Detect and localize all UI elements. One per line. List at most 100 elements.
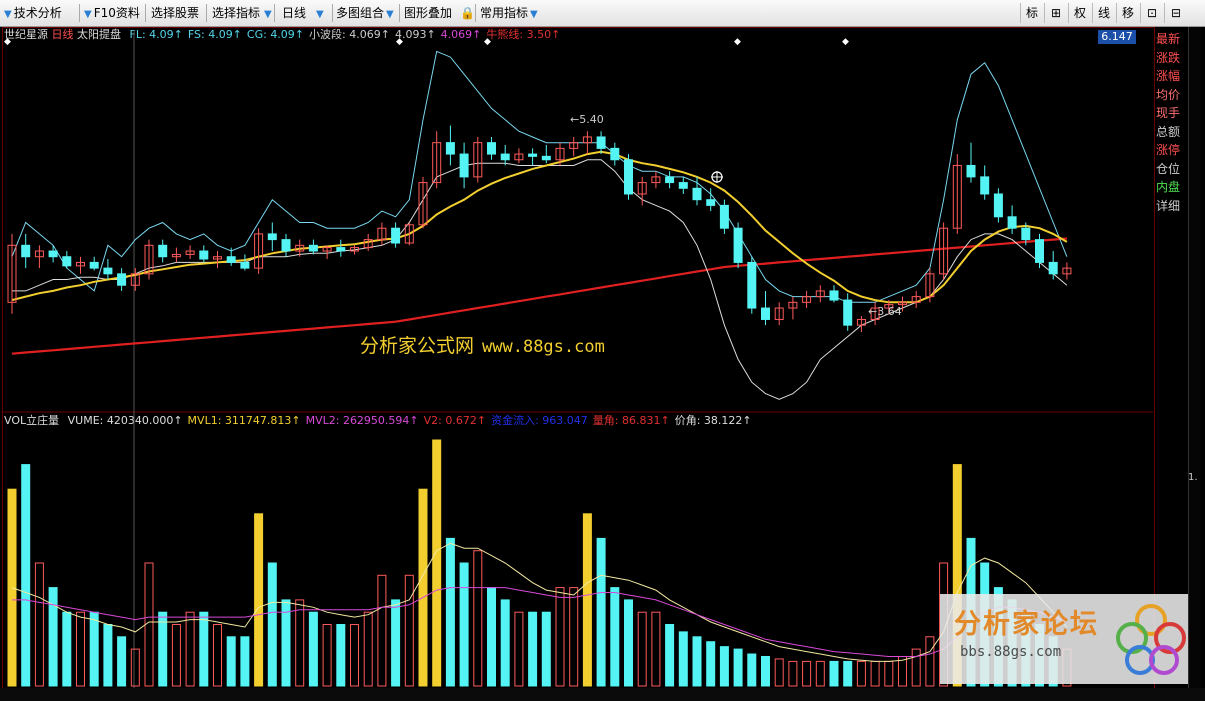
volume-bar bbox=[761, 655, 770, 687]
volume-bar bbox=[884, 660, 894, 687]
candle-body bbox=[665, 176, 675, 184]
flower-icon bbox=[1116, 604, 1186, 675]
candle-body bbox=[199, 250, 209, 260]
volume-bar bbox=[62, 611, 72, 687]
volume-bar bbox=[103, 624, 113, 687]
watermark-url: www.88gs.com bbox=[482, 337, 605, 357]
candle-body bbox=[445, 142, 455, 155]
candle-body bbox=[980, 176, 990, 195]
upper-band-line bbox=[11, 50, 1068, 303]
candle-body bbox=[240, 261, 250, 269]
candle-body bbox=[596, 136, 606, 149]
candle-body bbox=[1021, 227, 1031, 241]
signal-marker: ◆ bbox=[396, 37, 403, 47]
volume-bar bbox=[226, 636, 236, 687]
volume-bar bbox=[199, 611, 209, 687]
volume-bar bbox=[295, 599, 305, 687]
volume-bar bbox=[624, 599, 633, 687]
candle-body bbox=[62, 256, 72, 267]
high-price-label: ←5.40 bbox=[570, 113, 604, 126]
candle-body bbox=[761, 307, 770, 320]
volume-bar bbox=[747, 653, 757, 687]
volume-bar bbox=[281, 599, 291, 687]
candle-body bbox=[624, 159, 633, 195]
volume-bar bbox=[117, 636, 127, 687]
candle-body bbox=[747, 261, 757, 309]
candle-body bbox=[226, 256, 236, 263]
candle-body bbox=[281, 239, 291, 252]
volume-bar bbox=[89, 611, 99, 687]
volume-bar bbox=[610, 587, 620, 687]
volume-bar bbox=[445, 537, 455, 687]
volume-bar bbox=[829, 660, 839, 687]
volume-bar bbox=[870, 660, 880, 687]
candle-body bbox=[528, 153, 538, 157]
candle-body bbox=[459, 153, 469, 178]
volume-bar bbox=[582, 513, 592, 687]
candle-body bbox=[1035, 239, 1044, 263]
low-price-label: ←3.64 bbox=[868, 305, 902, 318]
volume-bar bbox=[418, 488, 428, 687]
candle-body bbox=[158, 244, 168, 258]
signal-marker: ◆ bbox=[842, 37, 849, 47]
volume-bar bbox=[473, 550, 483, 687]
signal-marker: ◆ bbox=[484, 37, 491, 47]
volume-bar bbox=[487, 587, 496, 687]
candle-body bbox=[487, 142, 496, 155]
candle-body bbox=[610, 147, 620, 161]
candle-body bbox=[308, 244, 318, 252]
volume-bar bbox=[130, 648, 140, 687]
lower-band-line bbox=[12, 159, 1068, 400]
candle-body bbox=[829, 290, 839, 301]
candle-body bbox=[117, 273, 127, 286]
volume-bar bbox=[171, 624, 181, 687]
volume-bar bbox=[350, 624, 359, 687]
candle-body bbox=[719, 204, 729, 229]
candle-body bbox=[678, 182, 688, 189]
candle-body bbox=[843, 299, 853, 326]
volume-bar bbox=[774, 658, 784, 687]
watermark-text: 分析家公式网 bbox=[360, 335, 475, 357]
volume-bar bbox=[788, 660, 798, 687]
candle-body bbox=[692, 187, 702, 201]
candle-body bbox=[733, 227, 743, 263]
volume-bar bbox=[254, 513, 264, 687]
volume-bar bbox=[925, 636, 935, 687]
volume-bar bbox=[843, 660, 853, 687]
volume-bar bbox=[678, 631, 688, 687]
forum-logo: 分析家论坛 bbs.88gs.com bbox=[940, 594, 1188, 684]
volume-bar bbox=[815, 660, 825, 687]
moving-average-line bbox=[11, 150, 1068, 304]
volume-bar bbox=[432, 439, 442, 687]
volume-bar bbox=[596, 537, 606, 687]
volume-bar bbox=[569, 587, 579, 687]
volume-bar bbox=[158, 611, 168, 687]
volume-bar bbox=[76, 611, 85, 687]
candle-body bbox=[1048, 261, 1058, 275]
mvl1-line bbox=[11, 542, 1068, 662]
candle-body bbox=[706, 199, 716, 206]
candle-body bbox=[89, 261, 99, 269]
candle-body bbox=[267, 233, 277, 241]
watermark: 分析家公式网 www.88gs.com bbox=[360, 331, 605, 358]
logo-title: 分析家论坛 bbox=[954, 609, 1099, 640]
volume-bar bbox=[856, 660, 866, 687]
axis-tick-label: 1. bbox=[1188, 472, 1198, 483]
volume-bar bbox=[651, 611, 661, 687]
signal-marker: ◆ bbox=[4, 37, 11, 47]
volume-bar bbox=[34, 562, 44, 687]
volume-bar bbox=[528, 611, 538, 687]
volume-bar bbox=[555, 587, 565, 687]
volume-bar bbox=[500, 599, 510, 687]
volume-bar bbox=[377, 574, 387, 687]
volume-bar bbox=[322, 624, 332, 687]
candle-body bbox=[500, 153, 510, 161]
candle-body bbox=[48, 250, 58, 258]
volume-bar bbox=[267, 562, 277, 687]
candle-body bbox=[541, 155, 551, 161]
volume-bar bbox=[363, 611, 373, 687]
volume-bar bbox=[308, 611, 318, 687]
volume-bar bbox=[637, 611, 647, 687]
volume-bar bbox=[541, 611, 551, 687]
volume-bar bbox=[706, 641, 716, 687]
